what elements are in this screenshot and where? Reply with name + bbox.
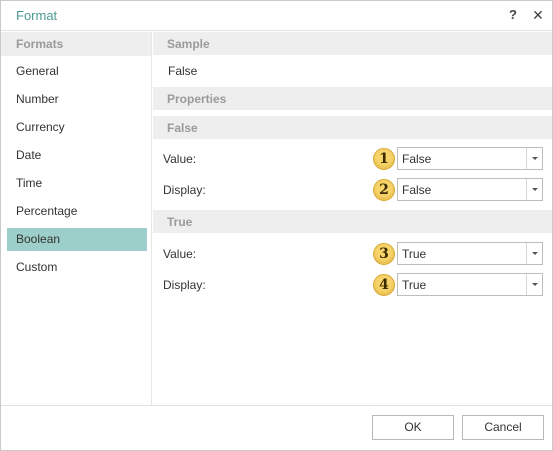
ok-button[interactable]: OK (372, 415, 454, 440)
sidebar-item-label: Percentage (16, 204, 78, 218)
properties-section-header: Properties (153, 87, 552, 110)
dialog-title: Format (16, 8, 58, 23)
format-dialog: Format ? ✕ Formats General Number Curren… (0, 0, 553, 451)
false-display-select-value: False (402, 183, 432, 197)
sidebar-item-boolean[interactable]: Boolean (7, 228, 147, 251)
sample-value: False (168, 64, 198, 78)
true-value-select[interactable]: True (397, 242, 543, 265)
title-bar: Format ? ✕ (1, 1, 552, 31)
callout-badge-1: 1 (373, 148, 395, 170)
chevron-down-icon[interactable] (526, 148, 542, 169)
chevron-down-icon[interactable] (526, 274, 542, 295)
sidebar-item-custom[interactable]: Custom (7, 256, 147, 279)
callout-badge-3: 3 (373, 243, 395, 265)
false-display-select[interactable]: False (397, 178, 543, 201)
format-properties-panel: Sample False Properties False Value: 1 F… (153, 32, 552, 405)
sidebar-item-label: Date (16, 148, 42, 162)
false-header-label: False (167, 121, 198, 135)
sample-header-label: Sample (167, 37, 210, 51)
sidebar-item-percentage[interactable]: Percentage (7, 200, 147, 223)
formats-header-label: Formats (16, 37, 64, 51)
true-display-label: Display: (163, 278, 206, 292)
sidebar-item-currency[interactable]: Currency (7, 116, 147, 139)
sidebar-item-label: Number (16, 92, 59, 106)
true-value-select-value: True (402, 247, 427, 261)
chevron-down-icon[interactable] (526, 243, 542, 264)
help-icon[interactable]: ? (507, 8, 519, 22)
sidebar-item-date[interactable]: Date (7, 144, 147, 167)
true-value-label: Value: (163, 247, 197, 261)
properties-header-label: Properties (167, 92, 227, 106)
sidebar-item-time[interactable]: Time (7, 172, 147, 195)
cancel-button[interactable]: Cancel (462, 415, 544, 440)
false-section-header: False (153, 116, 552, 139)
false-value-label: Value: (163, 152, 197, 166)
sidebar-item-label: Currency (16, 120, 65, 134)
sample-section-header: Sample (153, 32, 552, 55)
sidebar-item-label: General (16, 64, 59, 78)
callout-badge-2: 2 (373, 179, 395, 201)
close-icon[interactable]: ✕ (531, 8, 545, 22)
true-header-label: True (167, 215, 193, 229)
chevron-down-icon[interactable] (526, 179, 542, 200)
callout-badge-4: 4 (373, 274, 395, 296)
sidebar-item-general[interactable]: General (7, 60, 147, 83)
sidebar-item-label: Time (16, 176, 43, 190)
dialog-footer: OK Cancel (1, 405, 552, 450)
formats-header: Formats (1, 32, 151, 56)
sidebar-item-number[interactable]: Number (7, 88, 147, 111)
false-value-select-value: False (402, 152, 432, 166)
true-display-select[interactable]: True (397, 273, 543, 296)
false-display-label: Display: (163, 183, 206, 197)
false-value-select[interactable]: False (397, 147, 543, 170)
sidebar-item-label: Boolean (16, 232, 61, 246)
true-display-select-value: True (402, 278, 427, 292)
sidebar-item-label: Custom (16, 260, 58, 274)
true-section-header: True (153, 210, 552, 233)
formats-sidebar: Formats General Number Currency Date Tim… (1, 32, 152, 405)
